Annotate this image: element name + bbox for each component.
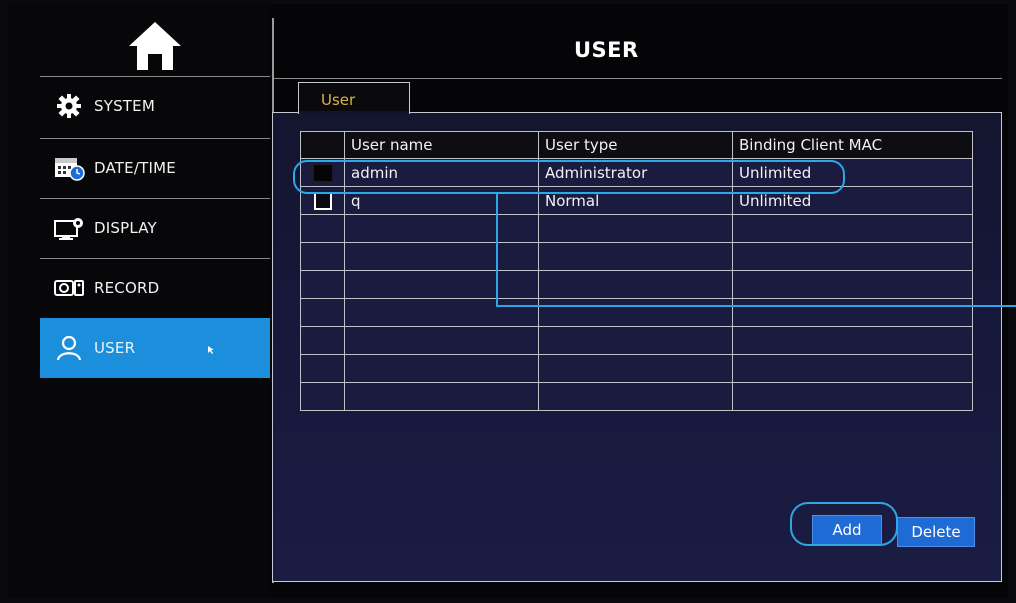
column-header-username[interactable]: User name bbox=[344, 131, 539, 159]
sidebar-item-record[interactable]: RECORD bbox=[40, 258, 270, 317]
page-title: USER bbox=[574, 38, 639, 62]
sidebar-item-label: DATE/TIME bbox=[94, 159, 176, 177]
table-row-empty bbox=[300, 354, 973, 383]
cursor-icon bbox=[208, 346, 214, 354]
select-column-header bbox=[300, 131, 345, 159]
column-header-mac[interactable]: Binding Client MAC bbox=[732, 131, 973, 159]
table-row-empty bbox=[300, 298, 973, 327]
add-button-highlight bbox=[790, 502, 898, 546]
user-icon bbox=[52, 335, 86, 361]
sidebar-item-system[interactable]: SYSTEM bbox=[40, 76, 270, 135]
sidebar-item-datetime[interactable]: DATE/TIME bbox=[40, 138, 270, 197]
gear-icon bbox=[52, 93, 86, 119]
sidebar-item-user[interactable]: USER bbox=[40, 318, 270, 378]
table-header-row: User name User type Binding Client MAC bbox=[300, 131, 973, 159]
row-checkbox[interactable] bbox=[313, 191, 332, 210]
record-icon bbox=[52, 275, 86, 301]
callout-line bbox=[496, 305, 1016, 307]
display-icon bbox=[52, 215, 86, 241]
table-row-empty bbox=[300, 242, 973, 271]
sidebar-item-label: USER bbox=[94, 339, 136, 357]
table-row-empty bbox=[300, 270, 973, 299]
sidebar-item-display[interactable]: DISPLAY bbox=[40, 198, 270, 257]
column-header-usertype[interactable]: User type bbox=[538, 131, 733, 159]
calendar-icon bbox=[52, 155, 86, 181]
table-row-empty bbox=[300, 326, 973, 355]
callout-line bbox=[496, 194, 498, 306]
table-row-empty bbox=[300, 382, 973, 411]
sidebar-item-label: RECORD bbox=[94, 279, 160, 297]
tab-user[interactable]: User bbox=[298, 82, 410, 114]
sidebar-item-label: DISPLAY bbox=[94, 219, 157, 237]
header-divider bbox=[274, 78, 1002, 79]
table-row-empty bbox=[300, 214, 973, 243]
tab-joiner bbox=[299, 111, 409, 114]
delete-button[interactable]: Delete bbox=[897, 517, 975, 547]
home-icon[interactable] bbox=[125, 18, 185, 74]
sidebar-item-label: SYSTEM bbox=[94, 97, 155, 115]
admin-row-highlight bbox=[293, 160, 845, 194]
